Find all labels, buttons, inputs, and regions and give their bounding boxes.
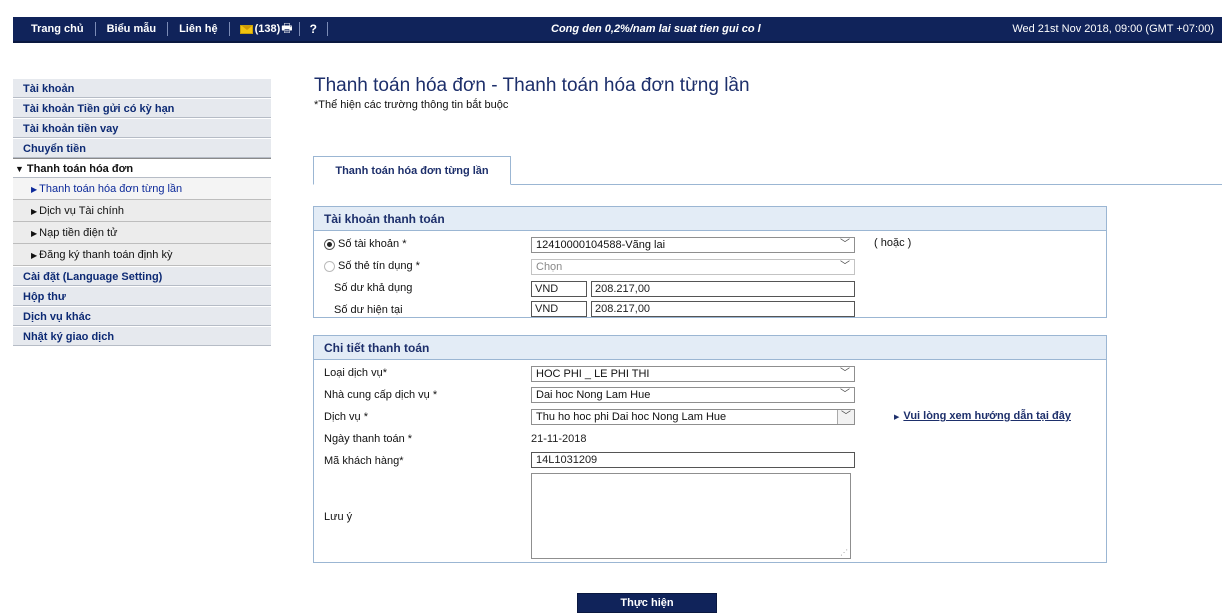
mail-button[interactable]: (138) 🖶 [230, 21, 300, 36]
panel-heading: Chi tiết thanh toán [314, 336, 1106, 360]
sidebar-item-label: Thanh toán hóa đơn [26, 163, 134, 175]
account-select[interactable]: 12410000104588-Vãng lai ﹀ [531, 237, 855, 253]
payment-detail-panel: Chi tiết thanh toán Loại dịch vụ* HOC PH… [313, 335, 1107, 563]
payment-date-row: Ngày thanh toán * 21-11-2018 [314, 429, 1106, 451]
service-type-value: HOC PHI _ LE PHI THI [536, 368, 650, 380]
service-type-label: Loại dịch vụ* [324, 367, 387, 379]
account-select-value: 12410000104588-Vãng lai [536, 239, 666, 251]
nav-forms[interactable]: Biểu mẫu [96, 22, 169, 36]
service-type-select[interactable]: HOC PHI _ LE PHI THI ﹀ [531, 366, 855, 382]
provider-value: Dai hoc Nong Lam Hue [536, 389, 651, 401]
or-label: ( hoặc ) [874, 237, 912, 249]
mail-icon [239, 24, 253, 34]
sidebar-sub-label: Nạp tiền điện tử [39, 227, 118, 239]
triangle-right-icon: ▶ [894, 414, 900, 421]
provider-label: Nhà cung cấp dịch vụ * [324, 389, 438, 401]
news-ticker: Cong den 0,2%/nam lai suat tien gui co l [551, 23, 761, 35]
triangle-right-icon: ▶ [31, 229, 38, 238]
print-icon[interactable]: 🖶 [281, 19, 292, 40]
panel-heading: Tài khoản thanh toán [314, 207, 1106, 231]
note-textarea[interactable]: ⋰ [531, 473, 851, 559]
guide-link[interactable]: ▶ Vui lòng xem hướng dẫn tại đây [894, 410, 1071, 422]
credit-card-select-value: Chọn [536, 261, 563, 273]
credit-card-label: Số thẻ tín dụng * [338, 260, 420, 272]
sidebar-item-mailbox[interactable]: Hộp thư [13, 286, 271, 306]
sidebar-sub-label: Dịch vụ Tài chính [39, 205, 124, 217]
sidebar-sub-single-payment[interactable]: ▶ Thanh toán hóa đơn từng lần [13, 178, 271, 200]
sidebar-sub-financial-service[interactable]: ▶ Dịch vụ Tài chính [13, 200, 271, 222]
sidebar-sub-topup[interactable]: ▶ Nạp tiền điện tử [13, 222, 271, 244]
sidebar-item-accounts[interactable]: Tài khoản [13, 78, 271, 98]
triangle-right-icon: ▶ [31, 251, 38, 260]
submit-button[interactable]: Thực hiện [577, 593, 717, 613]
account-number-row: Số tài khoản * 12410000104588-Vãng lai ﹀… [314, 234, 1106, 256]
service-value: Thu ho hoc phi Dai hoc Nong Lam Hue [536, 411, 727, 423]
nav-contact[interactable]: Liên hệ [168, 22, 230, 36]
resize-grip-icon[interactable]: ⋰ [840, 548, 848, 557]
service-select[interactable]: Thu ho hoc phi Dai hoc Nong Lam Hue ﹀ [531, 409, 855, 425]
caret-down-icon: ▼ [15, 164, 24, 174]
page-title: Thanh toán hóa đơn - Thanh toán hóa đơn … [314, 75, 750, 96]
credit-card-row: Số thẻ tín dụng * Chọn ﹀ [314, 256, 1106, 278]
customer-code-row: Mã khách hàng* 14L1031209 [314, 451, 1106, 473]
customer-code-label: Mã khách hàng* [324, 455, 404, 467]
credit-card-radio[interactable] [324, 261, 335, 272]
available-balance-label: Số dư khả dụng [334, 282, 413, 294]
chevron-down-icon: ﹀ [840, 261, 850, 272]
note-row: Lưu ý ⋰ [314, 473, 1106, 563]
sidebar-item-term-deposit[interactable]: Tài khoản Tiền gửi có kỳ hạn [13, 98, 271, 118]
nav-home[interactable]: Trang chủ [13, 22, 96, 36]
sidebar-item-loan[interactable]: Tài khoản tiền vay [13, 118, 271, 138]
mail-count: (138) [254, 23, 281, 35]
payment-date-label: Ngày thanh toán * [324, 433, 413, 445]
help-icon[interactable]: ? [300, 22, 328, 36]
current-datetime: Wed 21st Nov 2018, 09:00 (GMT +07:00) [1012, 23, 1214, 35]
triangle-right-icon: ▶ [31, 207, 38, 216]
provider-select[interactable]: Dai hoc Nong Lam Hue ﹀ [531, 387, 855, 403]
sidebar-item-other-services[interactable]: Dịch vụ khác [13, 306, 271, 326]
sidebar-item-bill-payment[interactable]: ▼ Thanh toán hóa đơn [13, 158, 271, 178]
credit-card-select[interactable]: Chọn ﹀ [531, 259, 855, 275]
sidebar-item-transaction-log[interactable]: Nhật ký giao dịch [13, 326, 271, 346]
available-currency-field: VND [531, 281, 587, 297]
chevron-down-icon: ﹀ [840, 368, 850, 379]
payment-date-value: 21-11-2018 [531, 433, 587, 445]
available-balance-row: Số dư khả dụng VND 208.217,00 [314, 278, 1106, 300]
customer-code-input[interactable]: 14L1031209 [531, 452, 855, 468]
triangle-right-icon: ▶ [31, 185, 38, 194]
current-balance-label: Số dư hiện tại [334, 304, 403, 316]
chevron-down-icon: ﹀ [840, 239, 850, 250]
available-amount-field: 208.217,00 [591, 281, 855, 297]
sidebar-sub-label: Đăng ký thanh toán định kỳ [39, 249, 173, 261]
sidebar-item-transfer[interactable]: Chuyển tiền [13, 138, 271, 158]
guide-link-text: Vui lòng xem hướng dẫn tại đây [903, 410, 1071, 422]
sidebar-menu: Tài khoản Tài khoản Tiền gửi có kỳ hạn T… [13, 78, 271, 346]
chevron-down-icon: ﹀ [837, 410, 854, 424]
provider-row: Nhà cung cấp dịch vụ * Dai hoc Nong Lam … [314, 385, 1106, 407]
chevron-down-icon: ﹀ [840, 389, 850, 400]
account-radio[interactable] [324, 239, 335, 250]
payment-account-panel: Tài khoản thanh toán Số tài khoản * 1241… [313, 206, 1107, 318]
service-label: Dịch vụ * [324, 411, 369, 423]
current-currency-field: VND [531, 301, 587, 317]
top-nav-bar: Trang chủ Biểu mẫu Liên hệ (138) 🖶 ? Con… [13, 17, 1222, 43]
service-type-row: Loại dịch vụ* HOC PHI _ LE PHI THI ﹀ [314, 363, 1106, 385]
note-label: Lưu ý [324, 511, 353, 523]
current-balance-row: Số dư hiện tại VND 208.217,00 [314, 300, 1106, 322]
required-note: *Thể hiện các trường thông tin bắt buộc [314, 99, 509, 111]
sidebar-item-settings[interactable]: Cài đặt (Language Setting) [13, 266, 271, 286]
tab-single-payment[interactable]: Thanh toán hóa đơn từng lần [313, 156, 511, 185]
service-row: Dịch vụ * Thu ho hoc phi Dai hoc Nong La… [314, 407, 1106, 429]
sidebar-sub-label: Thanh toán hóa đơn từng lần [39, 183, 183, 195]
current-amount-field: 208.217,00 [591, 301, 855, 317]
sidebar-sub-recurring-payment[interactable]: ▶ Đăng ký thanh toán định kỳ [13, 244, 271, 266]
account-label: Số tài khoản * [338, 238, 407, 250]
